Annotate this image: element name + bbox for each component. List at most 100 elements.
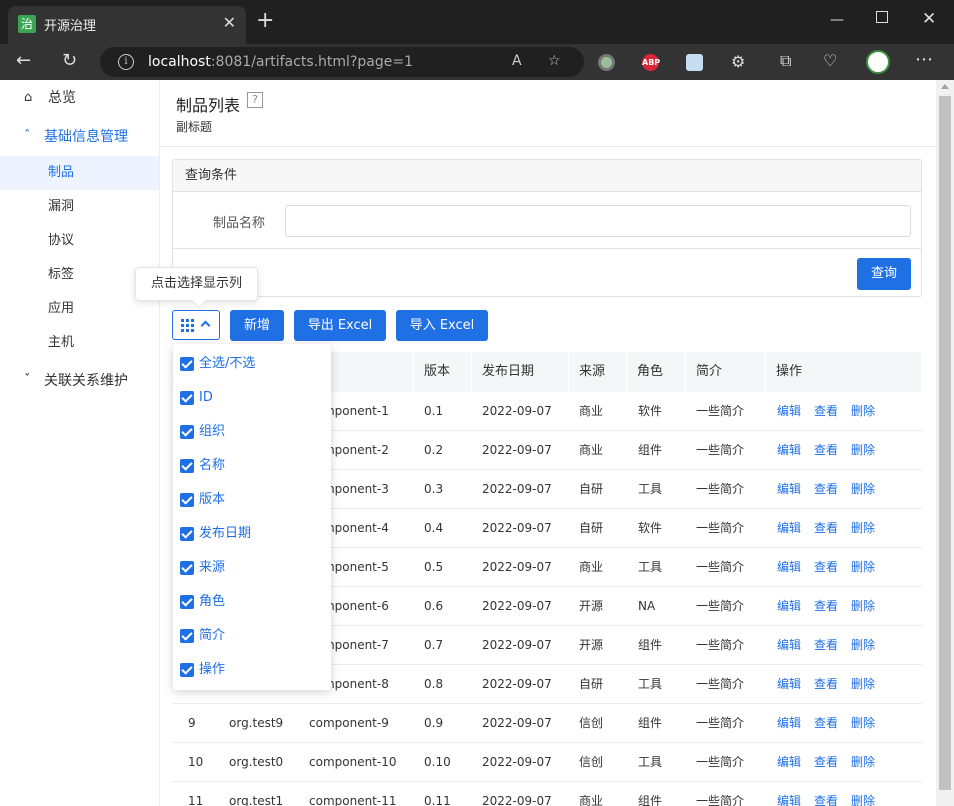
column-option-label: 名称 [199,458,226,473]
search-button[interactable]: 查询 [857,258,911,290]
delete-link[interactable]: 删除 [851,743,875,782]
cell-release-date: 2022-09-07 [482,443,552,457]
delete-link[interactable]: 删除 [851,626,875,665]
sidebar-item-artifacts[interactable]: 制品 [0,156,159,190]
reload-icon[interactable]: ↻ [62,50,77,72]
page-subtitle: 副标题 [176,120,213,134]
cell-release-date: 2022-09-07 [482,521,552,535]
edit-link[interactable]: 编辑 [777,743,801,782]
cell-id: 11 [188,794,204,806]
sidebar-item-vulnerabilities[interactable]: 漏洞 [0,190,159,224]
checkbox-checked-icon[interactable] [180,527,194,541]
column-option-label: 来源 [199,560,226,575]
extension-translate-icon[interactable] [686,54,703,71]
column-picker-button[interactable] [172,310,220,340]
edit-link[interactable]: 编辑 [777,470,801,509]
delete-link[interactable]: 删除 [851,548,875,587]
artifact-name-input[interactable] [285,205,911,237]
delete-link[interactable]: 删除 [851,470,875,509]
edit-link[interactable]: 编辑 [777,704,801,743]
cell-role: 工具 [638,482,663,496]
import-excel-button[interactable]: 导入 Excel [396,310,488,341]
delete-link[interactable]: 删除 [851,665,875,704]
adblock-icon[interactable]: ABP [642,54,660,71]
edit-link[interactable]: 编辑 [777,587,801,626]
column-option-label: ID [199,390,213,405]
extensions-puzzle-icon[interactable]: ⚙ [731,52,745,71]
cell-release-date: 2022-09-07 [482,482,552,496]
view-link[interactable]: 查看 [814,782,838,806]
grid-icon [181,319,194,332]
cell-source: 自研 [579,521,604,535]
collections-icon[interactable]: ⧉ [780,51,791,71]
checkbox-checked-icon[interactable] [180,493,194,507]
export-excel-button[interactable]: 导出 Excel [294,310,386,341]
checkbox-checked-icon[interactable] [180,425,194,439]
checkbox-checked-icon[interactable] [180,663,194,677]
cell-intro: 一些简介 [696,443,745,457]
checkbox-checked-icon[interactable] [180,357,194,371]
cell-intro: 一些简介 [696,716,745,730]
view-link[interactable]: 查看 [814,470,838,509]
view-link[interactable]: 查看 [814,665,838,704]
delete-link[interactable]: 删除 [851,587,875,626]
delete-link[interactable]: 删除 [851,392,875,431]
view-link[interactable]: 查看 [814,704,838,743]
view-link[interactable]: 查看 [814,392,838,431]
tab-close-icon[interactable]: ✕ [223,13,236,32]
edit-link[interactable]: 编辑 [777,509,801,548]
sidebar-group-basic-info[interactable]: ˆ 基础信息管理 [0,120,159,154]
scroll-up-icon[interactable] [941,84,949,89]
edit-link[interactable]: 编辑 [777,392,801,431]
view-link[interactable]: 查看 [814,509,838,548]
cell-version: 0.6 [424,599,444,613]
add-button[interactable]: 新增 [230,310,284,341]
help-icon[interactable]: ? [247,92,263,108]
extension-circle-icon[interactable] [598,54,615,71]
address-bar[interactable]: i localhost:8081/artifacts.html?page=1 A… [100,47,584,77]
maximize-icon[interactable] [876,11,888,23]
header-role: 角色 [627,352,686,392]
view-link[interactable]: 查看 [814,431,838,470]
view-link[interactable]: 查看 [814,743,838,782]
view-link[interactable]: 查看 [814,587,838,626]
header-actions: 操作 [766,352,922,392]
checkbox-checked-icon[interactable] [180,561,194,575]
sidebar-group-relations[interactable]: ˇ 关联关系维护 [0,364,159,398]
more-menu-icon[interactable]: ⋯ [915,49,933,70]
edit-link[interactable]: 编辑 [777,665,801,704]
checkbox-checked-icon[interactable] [180,459,194,473]
view-link[interactable]: 查看 [814,626,838,665]
delete-link[interactable]: 删除 [851,509,875,548]
edit-link[interactable]: 编辑 [777,626,801,665]
view-link[interactable]: 查看 [814,548,838,587]
cell-version: 0.10 [424,755,451,769]
cell-role: 工具 [638,677,663,691]
favorite-icon[interactable]: ☆ [548,53,561,69]
checkbox-checked-icon[interactable] [180,595,194,609]
checkbox-checked-icon[interactable] [180,629,194,643]
site-info-icon[interactable]: i [118,54,134,70]
browser-essentials-icon[interactable]: ♡ [823,51,837,70]
close-window-icon[interactable]: ✕ [922,9,936,29]
checkbox-checked-icon[interactable] [180,391,194,405]
read-aloud-icon[interactable]: A [512,53,522,69]
edit-link[interactable]: 编辑 [777,782,801,806]
edit-link[interactable]: 编辑 [777,431,801,470]
delete-link[interactable]: 删除 [851,782,875,806]
sidebar-item-overview[interactable]: ⌂ 总览 [0,81,159,115]
minimize-icon[interactable]: — [830,12,844,28]
delete-link[interactable]: 删除 [851,704,875,743]
edit-link[interactable]: 编辑 [777,548,801,587]
home-icon: ⌂ [24,90,33,105]
sidebar-item-hosts[interactable]: 主机 [0,326,159,360]
scroll-thumb[interactable] [939,96,951,790]
browser-tab[interactable]: 治 开源治理 ✕ [8,6,246,44]
cell-org: org.test0 [229,755,284,769]
sidebar-item-licenses[interactable]: 协议 [0,224,159,258]
new-tab-icon[interactable]: + [256,10,274,32]
page-scrollbar[interactable] [936,80,954,806]
back-icon[interactable]: ← [16,50,31,72]
profile-avatar[interactable] [866,50,890,74]
delete-link[interactable]: 删除 [851,431,875,470]
